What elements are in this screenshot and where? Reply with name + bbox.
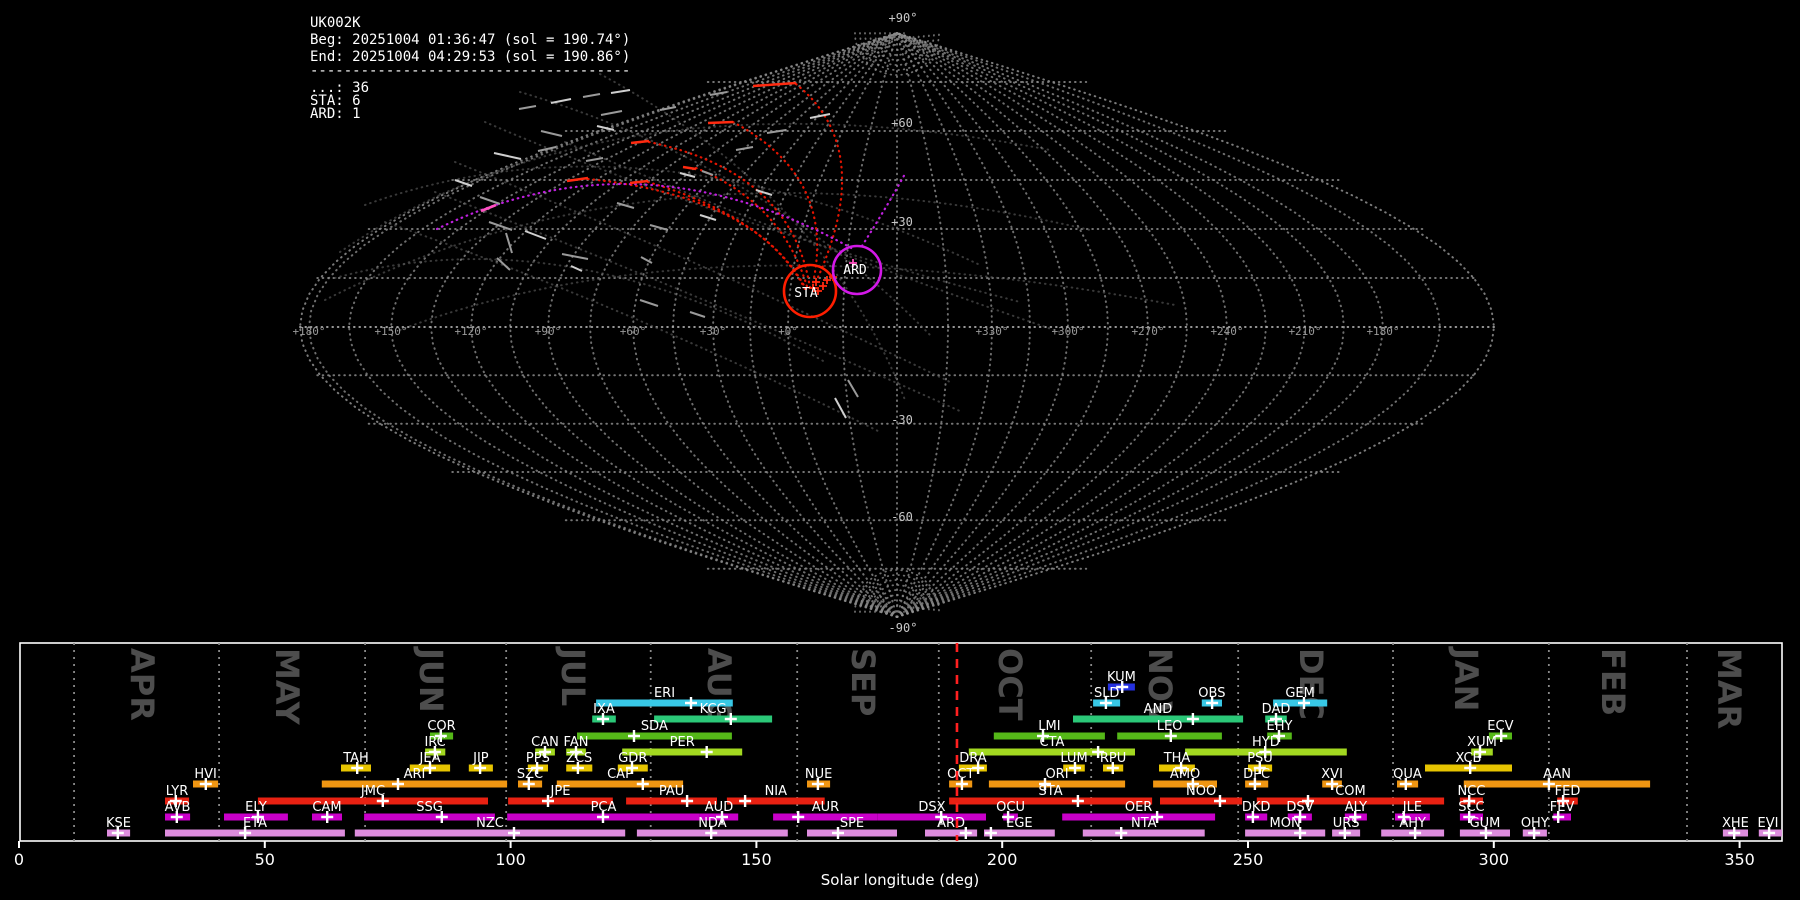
shower-label-xum: XUM <box>1467 735 1497 750</box>
shower-label-nda: NDA <box>698 816 727 831</box>
shower-label-spe: SPE <box>840 816 864 831</box>
shower-label-kcg: KCG <box>700 702 727 717</box>
shower-label-ari: ARI <box>404 767 426 782</box>
month-label-feb: FEB <box>1594 648 1632 716</box>
month-label-mar: MAR <box>1710 648 1748 729</box>
lon-label: +150° <box>374 325 407 338</box>
begin-time: Beg: 20251004 01:36:47 (sol = 190.74°) <box>310 32 630 48</box>
shower-label-fed: FED <box>1555 784 1581 799</box>
tick-label-100: 100 <box>495 850 526 869</box>
shower-label-eta: ETA <box>243 816 267 831</box>
lon-label: +180° <box>292 325 325 338</box>
shower-label-nia: NIA <box>765 784 788 799</box>
shower-label-mon: MON <box>1270 816 1301 831</box>
shower-label-tah: TAH <box>342 751 369 766</box>
tick-label-0: 0 <box>14 850 24 869</box>
month-label-may: MAY <box>268 648 306 726</box>
shower-label-cap: CAP <box>607 767 633 782</box>
shower-label-eri: ERI <box>654 686 675 701</box>
lon-label: +210° <box>1288 325 1321 338</box>
radiant-label-ard: ARD <box>843 263 867 278</box>
lon-label: +120° <box>454 325 487 338</box>
tick-label-50: 50 <box>255 850 275 869</box>
shower-label-ard: ARD <box>937 816 965 831</box>
lon-label: +60° <box>620 325 647 338</box>
lon-label: +0° <box>778 325 798 338</box>
shower-label-per: PER <box>670 735 695 750</box>
month-label-jan: JAN <box>1447 646 1485 711</box>
shower-label-nta: NTA <box>1131 816 1157 831</box>
shower-label-noo: NOO <box>1186 784 1216 799</box>
lat-label: +60 <box>891 116 913 130</box>
shower-label-sda: SDA <box>641 719 668 734</box>
tick-label-200: 200 <box>987 850 1018 869</box>
lat-label: +30 <box>891 215 913 229</box>
tick-label-150: 150 <box>741 850 772 869</box>
month-label-jun: JUN <box>412 646 450 713</box>
shower-label-aur: AUR <box>812 800 839 815</box>
shower-label-tha: THA <box>1163 751 1191 766</box>
shower-label-scc: SCC <box>1458 800 1484 815</box>
shower-label-ely: ELY <box>245 800 267 815</box>
month-label-apr: APR <box>123 648 161 721</box>
shower-label-aan: AAN <box>1543 767 1571 782</box>
pole-bottom-label: -90° <box>889 621 918 635</box>
separator-line: -------------------------------------- <box>310 63 630 79</box>
shower-label-com: COM <box>1335 784 1366 799</box>
shower-label-jpe: JPE <box>550 784 571 799</box>
shower-label-amo: AMO <box>1170 767 1200 782</box>
shower-label-xhe: XHE <box>1722 816 1749 831</box>
month-label-dec: DEC <box>1292 648 1330 720</box>
x-axis-title: Solar longitude (deg) <box>821 871 979 889</box>
tick-label-250: 250 <box>1233 850 1264 869</box>
radiant-map-figure: STA ARD +90° -90° +60 +30 -30 -60 +180° +150° +12… <box>0 0 1800 900</box>
month-label-sep: SEP <box>844 648 882 716</box>
shower-label-oer: OER <box>1125 800 1152 815</box>
station-id: UK002K <box>310 15 361 31</box>
lat-label: -30 <box>891 413 913 427</box>
shower-label-ori: ORI <box>1045 767 1068 782</box>
shower-label-fev: FEV <box>1550 800 1575 815</box>
count-ard: ARD: 1 <box>310 106 361 122</box>
shower-label-dpc: DPC <box>1243 767 1270 782</box>
shower-label-ncc: NCC <box>1457 784 1485 799</box>
pole-top-label: +90° <box>889 11 918 25</box>
lon-label: +300° <box>1051 325 1084 338</box>
shower-label-dra: DRA <box>959 751 987 766</box>
shower-label-ssg: SSG <box>416 800 443 815</box>
shower-label-leo: LEO <box>1157 719 1183 734</box>
tick-label-350: 350 <box>1724 850 1755 869</box>
lon-label: +180° <box>1366 325 1399 338</box>
lat-label: -60 <box>891 510 913 524</box>
shower-label-ahy: AHY <box>1399 816 1426 831</box>
lon-label: +90° <box>535 325 562 338</box>
shower-label-dkd: DKD <box>1242 800 1271 815</box>
lon-label: +270° <box>1131 325 1164 338</box>
shower-label-qua: QUA <box>1393 767 1422 782</box>
shower-label-zcs: ZCS <box>566 751 592 766</box>
shower-label-ocu: OCU <box>996 800 1025 815</box>
shower-label-urs: URS <box>1333 816 1360 831</box>
shower-label-pau: PAU <box>659 784 684 799</box>
shower-label-aud: AUD <box>705 800 733 815</box>
shower-label-gem: GEM <box>1285 686 1315 701</box>
tick-label-300: 300 <box>1479 850 1510 869</box>
shower-label-sta: STA <box>1039 784 1063 799</box>
shower-label-and: AND <box>1144 702 1173 717</box>
shower-label-cta: CTA <box>1039 735 1064 750</box>
lon-label: +30° <box>700 325 727 338</box>
shower-label-lmi: LMI <box>1038 719 1060 734</box>
lon-label: +330° <box>975 325 1008 338</box>
shower-label-jmc: JMC <box>360 784 385 799</box>
background <box>0 0 1800 900</box>
shower-label-nzc: NZC <box>476 816 504 831</box>
month-label-oct: OCT <box>991 648 1029 721</box>
shower-label-ege: EGE <box>1006 816 1033 831</box>
lon-label: +240° <box>1210 325 1243 338</box>
shower-label-xcb: XCB <box>1456 751 1482 766</box>
sta-meteor-segment <box>707 120 734 125</box>
month-label-jul: JUL <box>554 646 592 706</box>
radiant-label-sta: STA <box>794 286 818 301</box>
